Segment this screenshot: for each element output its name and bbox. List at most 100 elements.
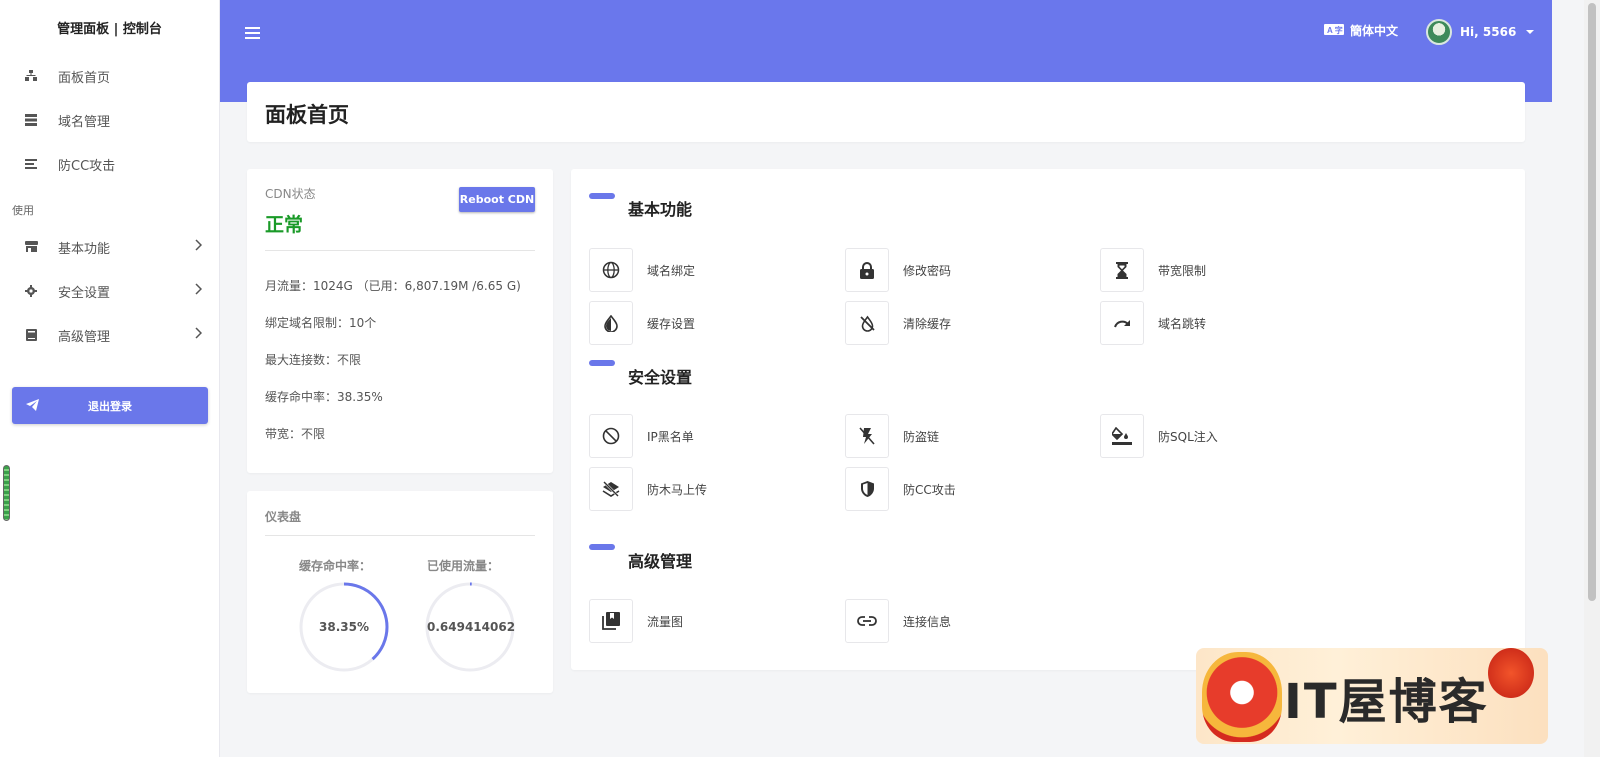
sidebar-item-security[interactable]: 安全设置 [0,269,220,313]
tile-label: 防盗链 [903,429,940,444]
section-accent [589,360,615,366]
svg-text:A 字: A 字 [1327,25,1343,35]
stat-domain-limit: 绑定域名限制：10个 [265,316,377,330]
lock-icon [845,248,889,292]
tile-bandwidth-limit[interactable]: 带宽限制 [1100,248,1206,292]
tile-label: 带宽限制 [1158,263,1207,278]
section-title-basic: 基本功能 [628,200,693,219]
divider [265,250,535,251]
menu-toggle-icon[interactable] [245,25,260,44]
sidebar-item-basic[interactable]: 基本功能 [0,225,220,269]
side-scroll-indicator[interactable] [3,465,10,521]
droplet-off-icon [845,301,889,345]
list-icon [24,157,38,171]
sidebar-item-dashboard[interactable]: 面板首页 [0,54,220,98]
section-title-advanced: 高级管理 [628,552,693,571]
chevron-right-icon [195,239,203,255]
translate-icon: A 字 [1324,23,1344,38]
droplet-icon [589,301,633,345]
gauge-cache: 38.35% [299,582,389,672]
language-label: 簡体中文 [1350,24,1399,38]
sidebar-item-label: 安全设置 [58,285,111,301]
paint-bucket-icon [1100,414,1144,458]
sidebar-section-label: 使用 [12,204,34,217]
tile-label: 流量图 [647,614,684,629]
server-icon [24,113,38,127]
redo-icon [1100,301,1144,345]
page-title: 面板首页 [265,103,349,127]
language-switcher[interactable]: A 字 簡体中文 [1324,22,1398,39]
tile-label: 域名跳转 [1158,316,1207,331]
shield-icon [845,467,889,511]
tile-cache-settings[interactable]: 缓存设置 [589,301,695,345]
tile-traffic-chart[interactable]: 流量图 [589,599,683,643]
logout-button[interactable]: 退出登录 [12,387,208,424]
watermark: IT屋博客 [1196,648,1548,744]
tile-label: 清除缓存 [903,316,952,331]
layers-off-icon [589,467,633,511]
store-icon [24,240,38,254]
sitemap-icon [24,69,38,83]
divider [265,535,535,536]
user-greeting: Hi, 5566 [1460,25,1517,39]
stat-traffic: 月流量：1024G （已用：6,807.19M /6.65 G) [265,279,521,293]
avatar [1426,19,1452,45]
dashboard-title: 仪表盘 [265,510,302,524]
gauge-label-cache: 缓存命中率： [299,559,372,573]
sidebar-item-anti-cc[interactable]: 防CC攻击 [0,142,220,186]
tile-label: 防木马上传 [647,482,708,497]
page-scrollbar[interactable] [1584,0,1600,757]
tile-label: IP黑名单 [647,429,694,444]
tile-anti-hotlink[interactable]: 防盗链 [845,414,939,458]
cdn-status-label: CDN状态 [265,187,316,201]
lion-dance-logo [1202,652,1282,742]
sidebar-item-label: 基本功能 [58,241,111,257]
chevron-right-icon [195,283,203,299]
stat-cache-hit: 缓存命中率：38.35% [265,390,383,404]
tile-clear-cache[interactable]: 清除缓存 [845,301,951,345]
book-icon [24,328,38,342]
gauge-value: 38.35% [319,620,369,634]
sidebar: 管理面板 | 控制台 面板首页 域名管理 防CC攻击 使用 基本功能 安全设置 … [0,0,220,757]
tile-anti-sql[interactable]: 防SQL注入 [1100,414,1218,458]
sidebar-item-label: 面板首页 [58,70,111,86]
gauge-label-traffic: 已使用流量： [427,559,500,573]
brand-title: 管理面板 | 控制台 [57,21,162,37]
tile-domain-binding[interactable]: 域名绑定 [589,248,695,292]
block-icon [589,414,633,458]
tile-anti-trojan-upload[interactable]: 防木马上传 [589,467,707,511]
tile-connection-info[interactable]: 连接信息 [845,599,951,643]
gauge-value: 0.6494140625% [427,620,515,634]
sidebar-item-label: 域名管理 [58,114,111,130]
library-icon [589,599,633,643]
cdn-status-value: 正常 [265,214,304,236]
sidebar-item-advanced[interactable]: 高级管理 [0,313,220,357]
caret-down-icon [1526,30,1535,34]
flash-off-icon [845,414,889,458]
watermark-text: IT屋博客 [1284,674,1489,730]
sidebar-item-domains[interactable]: 域名管理 [0,98,220,142]
gear-icon [24,284,38,298]
paper-plane-icon [26,399,39,414]
lantern-icon [1488,648,1534,698]
tile-label: 缓存设置 [647,316,696,331]
reboot-cdn-button[interactable]: Reboot CDN [459,187,535,212]
tile-anti-cc[interactable]: 防CC攻击 [845,467,956,511]
sidebar-item-label: 高级管理 [58,329,111,345]
gauge-traffic: 0.6494140625% [425,582,515,672]
tile-change-password[interactable]: 修改密码 [845,248,951,292]
features-card: 基本功能 域名绑定 修改密码 带宽限制 缓存设置 清除缓存 域名跳转 安全设置 … [571,169,1525,670]
section-accent [589,193,615,199]
section-accent [589,544,615,550]
scrollbar-thumb[interactable] [1588,3,1596,601]
tile-label: 域名绑定 [647,263,696,278]
globe-icon [589,248,633,292]
cdn-status-card: CDN状态 正常 Reboot CDN 月流量：1024G （已用：6,807.… [247,169,553,473]
tile-ip-blacklist[interactable]: IP黑名单 [589,414,694,458]
dashboard-card: 仪表盘 缓存命中率： 已使用流量： 38.35% 0.6494140625% [247,491,553,693]
tile-label: 连接信息 [903,614,952,629]
tile-domain-redirect[interactable]: 域名跳转 [1100,301,1206,345]
tile-label: 防SQL注入 [1158,429,1218,444]
stat-max-connections: 最大连接数：不限 [265,353,362,367]
user-menu[interactable]: Hi, 5566 [1426,19,1535,45]
